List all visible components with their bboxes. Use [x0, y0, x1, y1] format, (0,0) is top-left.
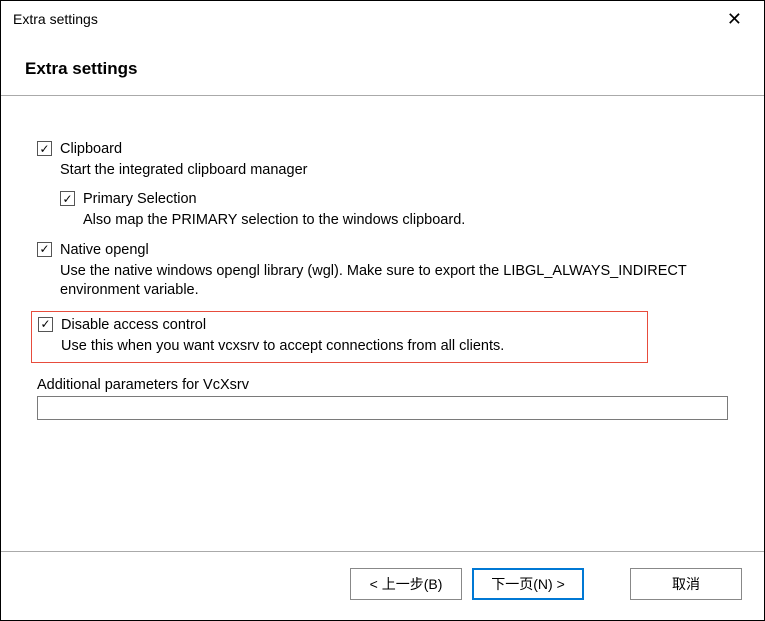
params-input[interactable]: [37, 396, 728, 420]
opengl-checkbox[interactable]: ✓: [37, 242, 52, 257]
cancel-button[interactable]: 取消: [630, 568, 742, 600]
footer: < 上一步(B) 下一页(N) > 取消: [1, 551, 764, 620]
next-button[interactable]: 下一页(N) >: [472, 568, 584, 600]
access-checkbox[interactable]: ✓: [38, 317, 53, 332]
check-icon: ✓: [39, 143, 49, 155]
primary-checkbox[interactable]: ✓: [60, 191, 75, 206]
primary-selection-option[interactable]: ✓ Primary Selection: [60, 190, 728, 209]
button-gap: [594, 568, 620, 600]
page-title: Extra settings: [25, 59, 740, 79]
access-control-option[interactable]: ✓ Disable access control: [38, 316, 641, 335]
clipboard-label: Clipboard: [60, 140, 122, 159]
check-icon: ✓: [40, 318, 50, 330]
opengl-desc: Use the native windows opengl library (w…: [60, 262, 728, 301]
primary-label: Primary Selection: [83, 190, 197, 209]
window-title: Extra settings: [13, 11, 717, 27]
clipboard-option[interactable]: ✓ Clipboard: [37, 140, 728, 159]
clipboard-desc: Start the integrated clipboard manager: [60, 161, 728, 181]
clipboard-checkbox[interactable]: ✓: [37, 141, 52, 156]
params-label: Additional parameters for VcXsrv: [37, 377, 728, 393]
primary-desc: Also map the PRIMARY selection to the wi…: [83, 211, 728, 231]
content-area: ✓ Clipboard Start the integrated clipboa…: [1, 96, 764, 551]
titlebar: Extra settings ✕: [1, 1, 764, 37]
header: Extra settings: [1, 37, 764, 95]
close-icon[interactable]: ✕: [717, 6, 752, 32]
check-icon: ✓: [39, 243, 49, 255]
back-button[interactable]: < 上一步(B): [350, 568, 462, 600]
opengl-label: Native opengl: [60, 241, 149, 260]
access-desc: Use this when you want vcxsrv to accept …: [61, 337, 641, 357]
opengl-option[interactable]: ✓ Native opengl: [37, 241, 728, 260]
highlight-box: ✓ Disable access control Use this when y…: [31, 311, 648, 363]
access-label: Disable access control: [61, 316, 206, 335]
check-icon: ✓: [62, 193, 72, 205]
